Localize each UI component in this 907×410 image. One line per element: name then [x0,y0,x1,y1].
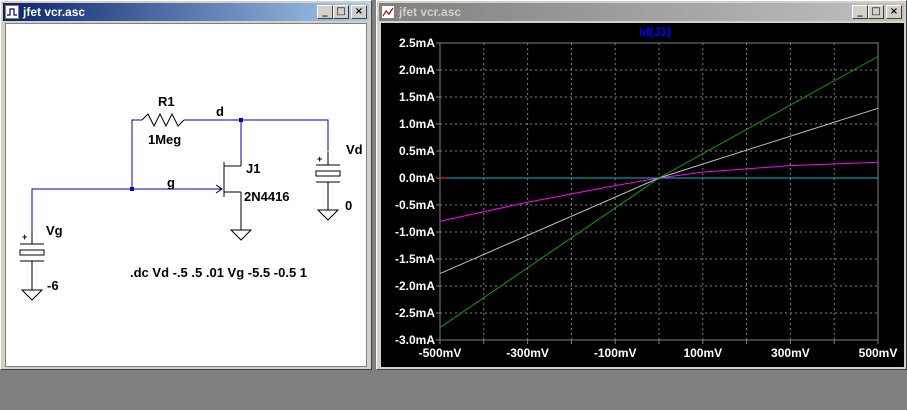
minimize-button[interactable]: _ [317,5,333,19]
x-tick-label: -100mV [594,346,637,360]
y-tick-label: -1.5mA [395,252,435,266]
vd-plus-label: + [317,154,322,164]
x-tick-label: 100mV [683,346,722,360]
plot-maximize-button[interactable]: □ [868,5,884,19]
y-tick-label: 2.5mA [399,36,435,50]
plot-window-title: jfet vcr.asc [399,5,462,19]
plot-canvas[interactable]: 2.5mA 2.0mA 1.5mA 1.0mA 0.5mA 0.0mA -0.5mA -1.0… [381,23,904,367]
y-tick-label: 2.0mA [399,63,435,77]
vd-value-label[interactable]: 0 [345,198,352,213]
r1-name-label[interactable]: R1 [158,94,175,109]
x-tick-label: 500mV [859,346,898,360]
plot-window: jfet vcr.asc _ □ × 2.5mA 2.0mA 1.5mA 1.0mA 0… [376,0,907,370]
y-tick-label: -1.0mA [395,225,435,239]
wire-d [184,119,329,152]
ground-j1 [229,229,253,241]
vg-name-label[interactable]: Vg [46,223,63,238]
node-g-label[interactable]: g [167,175,175,190]
junction-d [239,118,243,122]
vd-name-label[interactable]: Vd [346,142,363,157]
plot-close-button[interactable]: × [886,5,902,19]
x-tick-label: -500mV [419,346,462,360]
y-tick-label: -2.0mA [395,279,435,293]
waveform-plot: 2.5mA 2.0mA 1.5mA 1.0mA 0.5mA 0.0mA -0.5mA -1.0… [395,25,898,360]
y-tick-label: 0.0mA [399,171,435,185]
plot-frame [439,42,879,341]
schematic-canvas[interactable]: R1 1Meg d g J1 2N4416 Vd 0 + Vg -6 + .dc… [5,23,367,367]
vg-value-label[interactable]: -6 [47,278,59,293]
trace-label-id-j1[interactable]: Id(J1) [639,25,671,39]
y-tick-label: -2.5mA [395,306,435,320]
schematic-window: jfet vcr.asc _ □ × R1 1Meg d g J1 2N4416… [0,0,372,370]
j1-name-label[interactable]: J1 [246,161,260,176]
x-tick-label: -300mV [506,346,549,360]
schematic-drawing: R1 1Meg d g J1 2N4416 Vd 0 + Vg -6 + .dc… [19,94,363,301]
y-tick-label: 0.5mA [399,144,435,158]
r1-value-label[interactable]: 1Meg [148,132,181,147]
resistor-r1 [141,112,185,128]
spice-directive[interactable]: .dc Vd -.5 .5 .01 Vg -5.5 -0.5 1 [130,265,307,280]
x-tick-label: 300mV [771,346,810,360]
series-line-2 [439,161,879,222]
ground-vd [316,209,340,221]
wire-r1-left [131,119,142,189]
close-button[interactable]: × [351,5,367,19]
schematic-titlebar[interactable]: jfet vcr.asc [3,3,369,21]
jfet-j1 [215,160,242,230]
plot-app-icon[interactable] [381,5,395,19]
ground-vg [20,289,44,301]
y-tick-label: 1.0mA [399,117,435,131]
junction-g [130,187,134,191]
maximize-button[interactable]: □ [333,5,349,19]
plot-titlebar[interactable]: jfet vcr.asc [379,3,904,21]
node-d-label[interactable]: d [216,104,224,119]
y-tick-label: 1.5mA [399,90,435,104]
y-tick-label: -3.0mA [395,333,435,347]
y-tick-label: -0.5mA [395,198,435,212]
vg-plus-label: + [22,232,27,242]
plot-minimize-button[interactable]: _ [852,5,868,19]
schematic-app-icon[interactable] [5,5,19,19]
j1-model-label[interactable]: 2N4416 [244,189,290,204]
schematic-window-title: jfet vcr.asc [23,5,86,19]
